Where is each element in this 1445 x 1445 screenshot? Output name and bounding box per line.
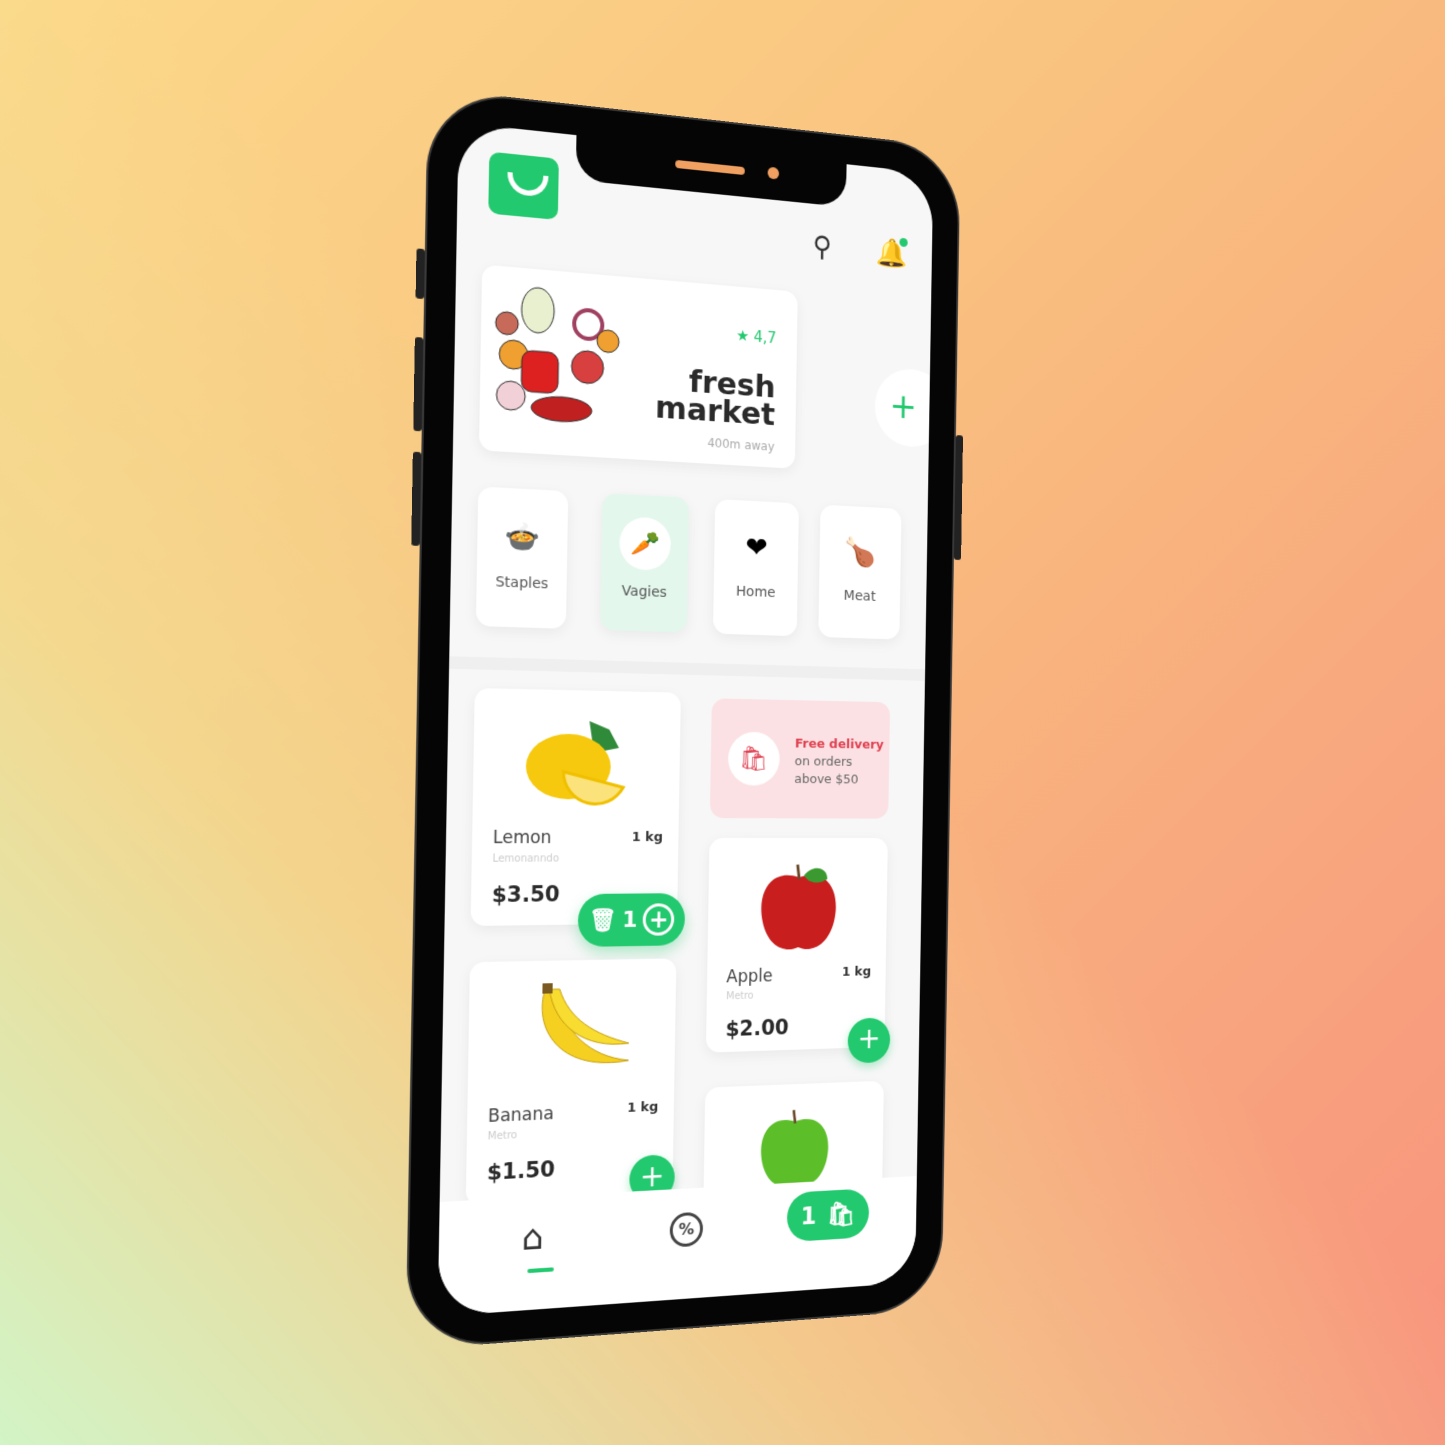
product-price: $3.50 [491,881,560,908]
product-price: $2.00 [725,1015,789,1042]
product-card-lemon[interactable]: Lemon 1 kg Lemonanndo $3.50 [470,688,681,926]
product-brand: Metro [487,1129,518,1143]
home-icon[interactable]: ⌂ [521,1217,544,1259]
add-store-button[interactable]: + [874,366,934,449]
promo-line: on orders [794,754,853,770]
product-weight: 1 kg [627,1099,659,1116]
product-weight: 1 kg [631,829,663,846]
product-brand: Lemonanndo [492,853,560,865]
search-icon[interactable]: ⚲ [812,229,832,263]
phone-mockup: ⚲ 🔔 ★ 4,7 fresh market 400m away + 🍲 Stapl… [405,87,964,1351]
product-brand: Metro [726,990,754,1003]
bag-icon: 🛍 [827,1199,856,1229]
promo-line: above $50 [794,772,859,788]
promo-text: Free delivery on orders above $50 [794,736,884,790]
free-delivery-promo[interactable]: 🛍 Free delivery on orders above $50 [709,698,891,819]
product-name: Lemon [492,827,552,849]
category-label: Meat [843,587,876,605]
category-vagies[interactable]: 🥕 Vagies [600,493,690,633]
banana-image [468,978,676,1096]
apple-image [707,857,887,967]
quantity-stepper[interactable]: 🗑 1 + [577,893,686,947]
product-name: Banana [487,1103,555,1128]
store-name: fresh market [654,364,776,434]
product-name: Apple [726,966,773,988]
product-weight: 1 kg [841,964,872,980]
category-home[interactable]: ❤ Home [712,499,799,637]
bowl-icon: 🍲 [504,518,541,555]
trash-icon[interactable]: 🗑 [589,907,617,933]
camera [767,166,780,180]
fast-bag-icon: 🛍 [727,731,781,786]
cart-button[interactable]: 1 🛍 [786,1188,870,1243]
carrot-icon: 🥕 [619,516,672,571]
speaker [675,159,745,176]
store-distance: 400m away [707,435,775,454]
app-screen: ⚲ 🔔 ★ 4,7 fresh market 400m away + 🍲 Stapl… [437,122,934,1317]
vegetables-illustration [490,276,624,439]
drumstick-icon: 🍗 [844,535,877,569]
category-label: Home [735,583,776,601]
store-name-line2: market [654,389,776,434]
product-price: $1.50 [486,1156,556,1185]
category-staples[interactable]: 🍲 Staples [475,486,569,629]
percent-icon[interactable]: % [669,1211,704,1248]
store-banner[interactable]: ★ 4,7 fresh market 400m away [478,264,798,469]
shopping-bag-smile-icon[interactable] [488,151,559,220]
add-apple-button[interactable]: + [847,1017,891,1064]
store-rating: ★ 4,7 [736,326,777,348]
heart-hand-icon: ❤ [745,530,769,565]
plus-icon[interactable]: + [642,903,675,936]
section-divider [449,656,926,681]
category-label: Staples [495,574,549,593]
quantity-value: 1 [622,907,638,933]
category-label: Vagies [621,583,668,601]
active-tab-indicator [527,1267,554,1274]
bell-icon[interactable]: 🔔 [875,235,908,270]
promo-title: Free delivery [794,736,884,753]
lemon-image [472,709,680,823]
cart-count: 1 [800,1202,817,1231]
category-meat[interactable]: 🍗 Meat [818,504,902,640]
